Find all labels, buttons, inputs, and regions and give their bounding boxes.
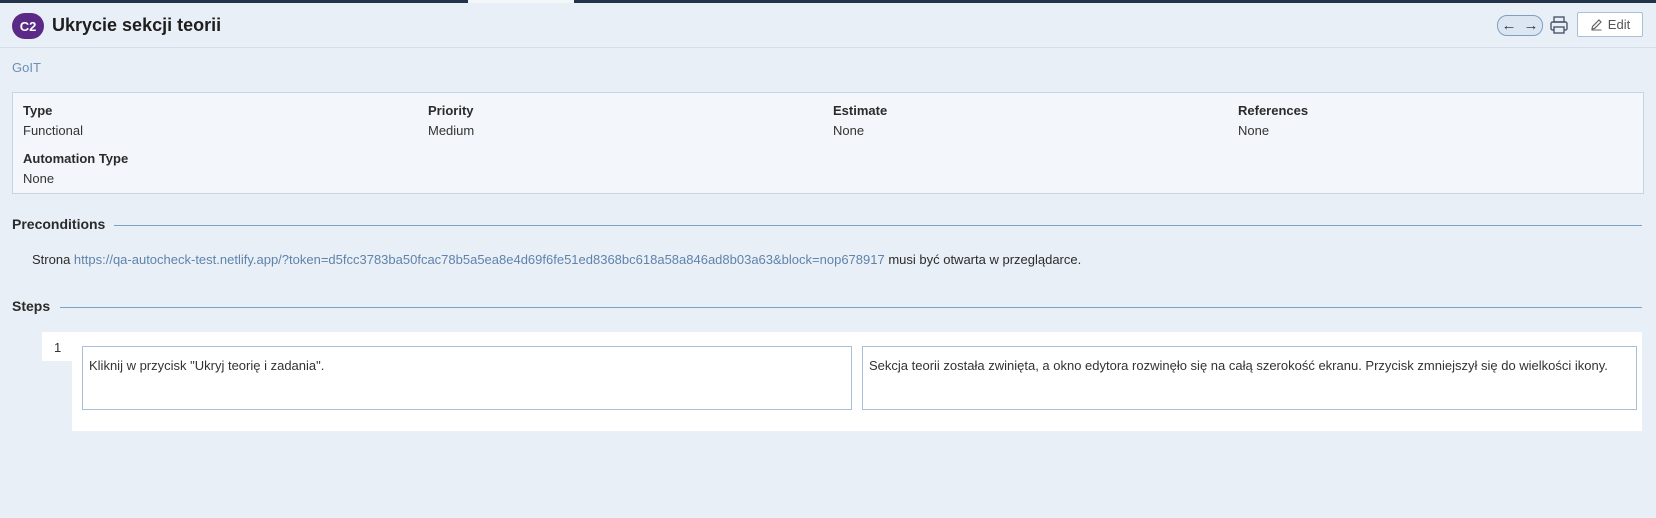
arrow-left-icon[interactable]: ← xyxy=(1502,18,1517,33)
print-button[interactable] xyxy=(1548,15,1570,35)
property-estimate: Estimate None xyxy=(833,103,887,138)
step-action-box[interactable]: Kliknij w przycisk "Ukryj teorię i zadan… xyxy=(82,346,852,410)
case-header: C2 Ukrycie sekcji teorii ← → Edit xyxy=(0,4,1656,48)
project-link[interactable]: GoIT xyxy=(12,60,41,75)
property-value: Medium xyxy=(428,123,475,138)
case-title: Ukrycie sekcji teorii xyxy=(52,15,222,35)
properties-panel: Type Functional Priority Medium Estimate… xyxy=(12,92,1644,194)
property-references: References None xyxy=(1238,103,1308,138)
preconditions-title: Preconditions xyxy=(12,216,106,232)
pencil-icon xyxy=(1590,19,1602,31)
property-label: Estimate xyxy=(833,103,888,118)
case-navigation: ← → xyxy=(1497,15,1543,36)
property-label: Automation Type xyxy=(23,151,129,166)
arrow-right-icon[interactable]: → xyxy=(1524,18,1539,33)
top-bar-active-segment xyxy=(468,0,574,3)
property-value: Functional xyxy=(23,123,83,138)
step-number: 1 xyxy=(54,340,62,355)
printer-icon xyxy=(1550,16,1568,34)
edit-button[interactable]: Edit xyxy=(1577,12,1643,37)
preconditions-text-after: musi być otwarta w przeglądarce. xyxy=(884,252,1082,267)
property-label: Priority xyxy=(428,103,474,118)
property-automation-type: Automation Type None xyxy=(23,151,128,186)
property-value: None xyxy=(833,123,865,138)
property-label: Type xyxy=(23,103,53,118)
top-bar xyxy=(0,0,1656,3)
edit-button-label: Edit xyxy=(1607,17,1631,32)
steps-title: Steps xyxy=(12,298,51,314)
property-value: None xyxy=(23,171,55,186)
property-value: None xyxy=(1238,123,1270,138)
steps-divider xyxy=(60,307,1642,308)
property-type: Type Functional xyxy=(23,103,83,138)
preconditions-text-before: Strona xyxy=(32,252,74,267)
step-expected-box[interactable]: Sekcja teorii została zwinięta, a okno e… xyxy=(862,346,1637,410)
preconditions-link[interactable]: https://qa-autocheck-test.netlify.app/?t… xyxy=(74,252,885,267)
property-priority: Priority Medium xyxy=(428,103,474,138)
preconditions-text: Strona https://qa-autocheck-test.netlify… xyxy=(32,252,1081,267)
preconditions-divider xyxy=(114,225,1642,226)
case-id-badge: C2 xyxy=(12,13,44,39)
property-label: References xyxy=(1238,103,1309,118)
